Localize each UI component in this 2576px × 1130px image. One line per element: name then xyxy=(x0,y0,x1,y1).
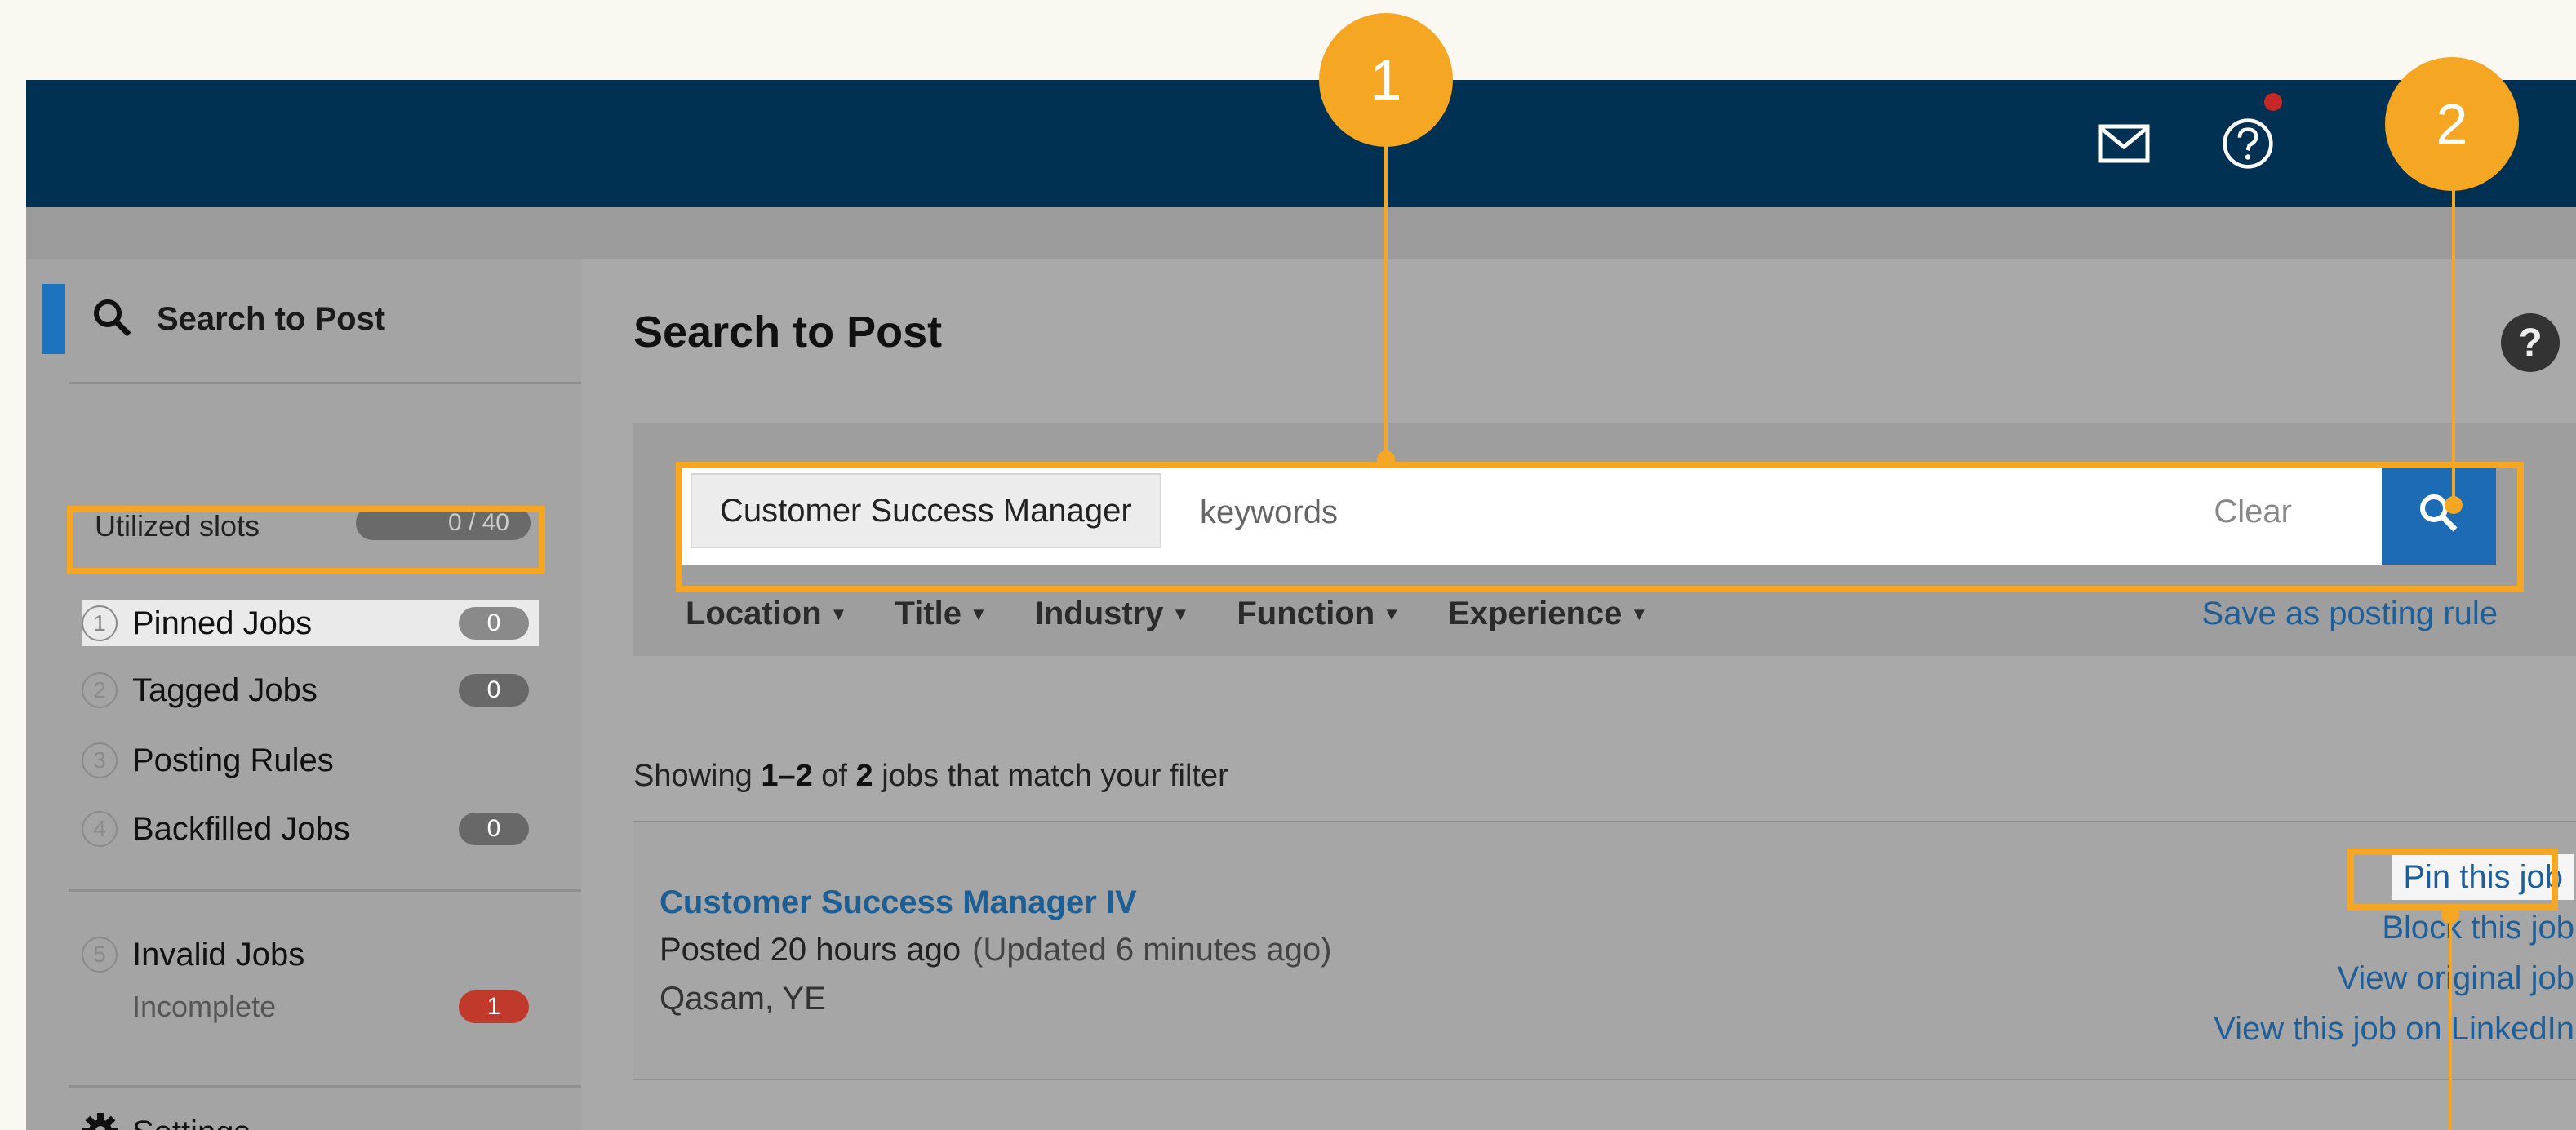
job-posted-info: Posted 20 hours ago (Updated 6 minutes ag… xyxy=(660,932,1331,968)
step-number: 1 xyxy=(82,605,118,641)
filter-label: Title xyxy=(895,596,962,631)
callout-leader-line xyxy=(2449,914,2452,1130)
page-help-icon[interactable]: ? xyxy=(2501,313,2560,372)
pinned-jobs-highlight xyxy=(67,506,545,574)
filter-dropdowns: Location ▼ Title ▼ Industry ▼ Function ▼ Exp… xyxy=(686,596,1648,632)
callout-dot xyxy=(2445,496,2463,514)
alert-count-badge: 1 xyxy=(459,990,529,1023)
sidebar-item-label: Pinned Jobs xyxy=(132,605,313,641)
job-location: Qasam, YE xyxy=(660,981,826,1017)
caret-down-icon: ▼ xyxy=(969,603,988,624)
results-range: 1–2 xyxy=(761,759,813,793)
sidebar-item-search-to-post[interactable]: Search to Post xyxy=(91,284,385,354)
sidebar-item-label: Backfilled Jobs xyxy=(132,810,350,847)
sidebar-item-pinned-jobs[interactable]: 1 Pinned Jobs 0 xyxy=(82,600,539,646)
caret-down-icon: ▼ xyxy=(1171,603,1190,624)
sidebar-item-incomplete[interactable]: Incomplete 1 xyxy=(82,984,539,1030)
step-number: 2 xyxy=(82,672,118,708)
count-badge: 0 xyxy=(459,813,529,845)
save-as-posting-rule-link[interactable]: Save as posting rule xyxy=(2202,596,2498,632)
sidebar-item-settings[interactable]: Settings xyxy=(82,1108,251,1130)
posted-time: Posted 20 hours ago xyxy=(660,932,962,968)
results-summary: Showing 1–2 of 2 jobs that match your fi… xyxy=(633,759,1228,794)
updated-time: (Updated 6 minutes ago) xyxy=(972,932,1332,968)
title-filter[interactable]: Title ▼ xyxy=(895,596,987,632)
summary-suffix: jobs that match your filter xyxy=(873,759,1228,793)
sidebar-item-posting-rules[interactable]: 3 Posting Rules xyxy=(82,738,539,783)
page-title: Search to Post xyxy=(633,308,943,357)
callout-marker-2: 2 xyxy=(2385,57,2519,191)
callout-marker-1: 1 xyxy=(1319,13,1453,147)
count-badge: 0 xyxy=(459,674,529,707)
active-indicator xyxy=(42,284,65,354)
caret-down-icon: ▼ xyxy=(829,603,848,624)
summary-prefix: Showing xyxy=(633,759,762,793)
search-icon xyxy=(91,297,132,342)
filter-label: Industry xyxy=(1034,596,1164,631)
industry-filter[interactable]: Industry ▼ xyxy=(1035,596,1190,632)
sidebar-item-backfilled-jobs[interactable]: 4 Backfilled Jobs 0 xyxy=(82,806,539,852)
divider xyxy=(69,1085,581,1088)
settings-label: Settings xyxy=(132,1114,251,1130)
mail-icon[interactable] xyxy=(2098,117,2150,170)
filter-label: Experience xyxy=(1447,596,1623,631)
caret-down-icon: ▼ xyxy=(1383,603,1401,624)
sidebar-item-label: Posting Rules xyxy=(132,742,334,778)
experience-filter[interactable]: Experience ▼ xyxy=(1448,596,1648,632)
location-filter[interactable]: Location ▼ xyxy=(686,596,847,632)
search-bar-highlight xyxy=(676,462,2524,592)
top-navigation-bar xyxy=(26,80,2576,207)
function-filter[interactable]: Function ▼ xyxy=(1237,596,1401,632)
divider xyxy=(69,382,581,384)
filter-label: Function xyxy=(1237,596,1375,631)
sidebar-item-label: Invalid Jobs xyxy=(132,936,305,973)
summary-mid: of xyxy=(812,759,856,793)
app-window: Search to Post Utilized slots 0 / 40 1 P… xyxy=(26,80,2576,1130)
caret-down-icon: ▼ xyxy=(1630,603,1649,624)
job-list-item: Customer Success Manager IV Posted 20 ho… xyxy=(633,822,2576,1080)
step-number: 3 xyxy=(82,742,118,778)
sidebar: Search to Post Utilized slots 0 / 40 1 P… xyxy=(26,259,581,1130)
main-content: Search to Post ? Customer Success Manage… xyxy=(581,259,2576,1130)
sidebar-item-tagged-jobs[interactable]: 2 Tagged Jobs 0 xyxy=(82,667,539,713)
view-on-linkedin-link[interactable]: View this job on LinkedIn xyxy=(2214,1004,2576,1054)
view-original-job-link[interactable]: View original job xyxy=(2214,953,2576,1004)
help-icon[interactable] xyxy=(2222,117,2274,170)
step-number: 4 xyxy=(82,811,118,847)
step-number: 5 xyxy=(82,937,118,973)
sidebar-subitem-label: Incomplete xyxy=(132,990,277,1023)
notification-dot xyxy=(2264,93,2282,111)
filter-label: Location xyxy=(686,596,822,631)
callout-dot xyxy=(1377,450,1395,468)
callout-leader-line xyxy=(2452,189,2455,504)
count-badge: 0 xyxy=(459,607,529,640)
sidebar-item-label: Tagged Jobs xyxy=(132,671,318,708)
sidebar-item-invalid-jobs[interactable]: 5 Invalid Jobs xyxy=(82,932,539,977)
header-strip xyxy=(26,207,2576,259)
divider xyxy=(69,889,581,892)
sidebar-title: Search to Post xyxy=(157,300,386,337)
results-total: 2 xyxy=(855,759,873,793)
pin-job-highlight xyxy=(2347,849,2558,911)
callout-leader-line xyxy=(1384,144,1388,459)
job-title-link[interactable]: Customer Success Manager IV xyxy=(660,884,1137,921)
gear-icon xyxy=(82,1112,119,1130)
